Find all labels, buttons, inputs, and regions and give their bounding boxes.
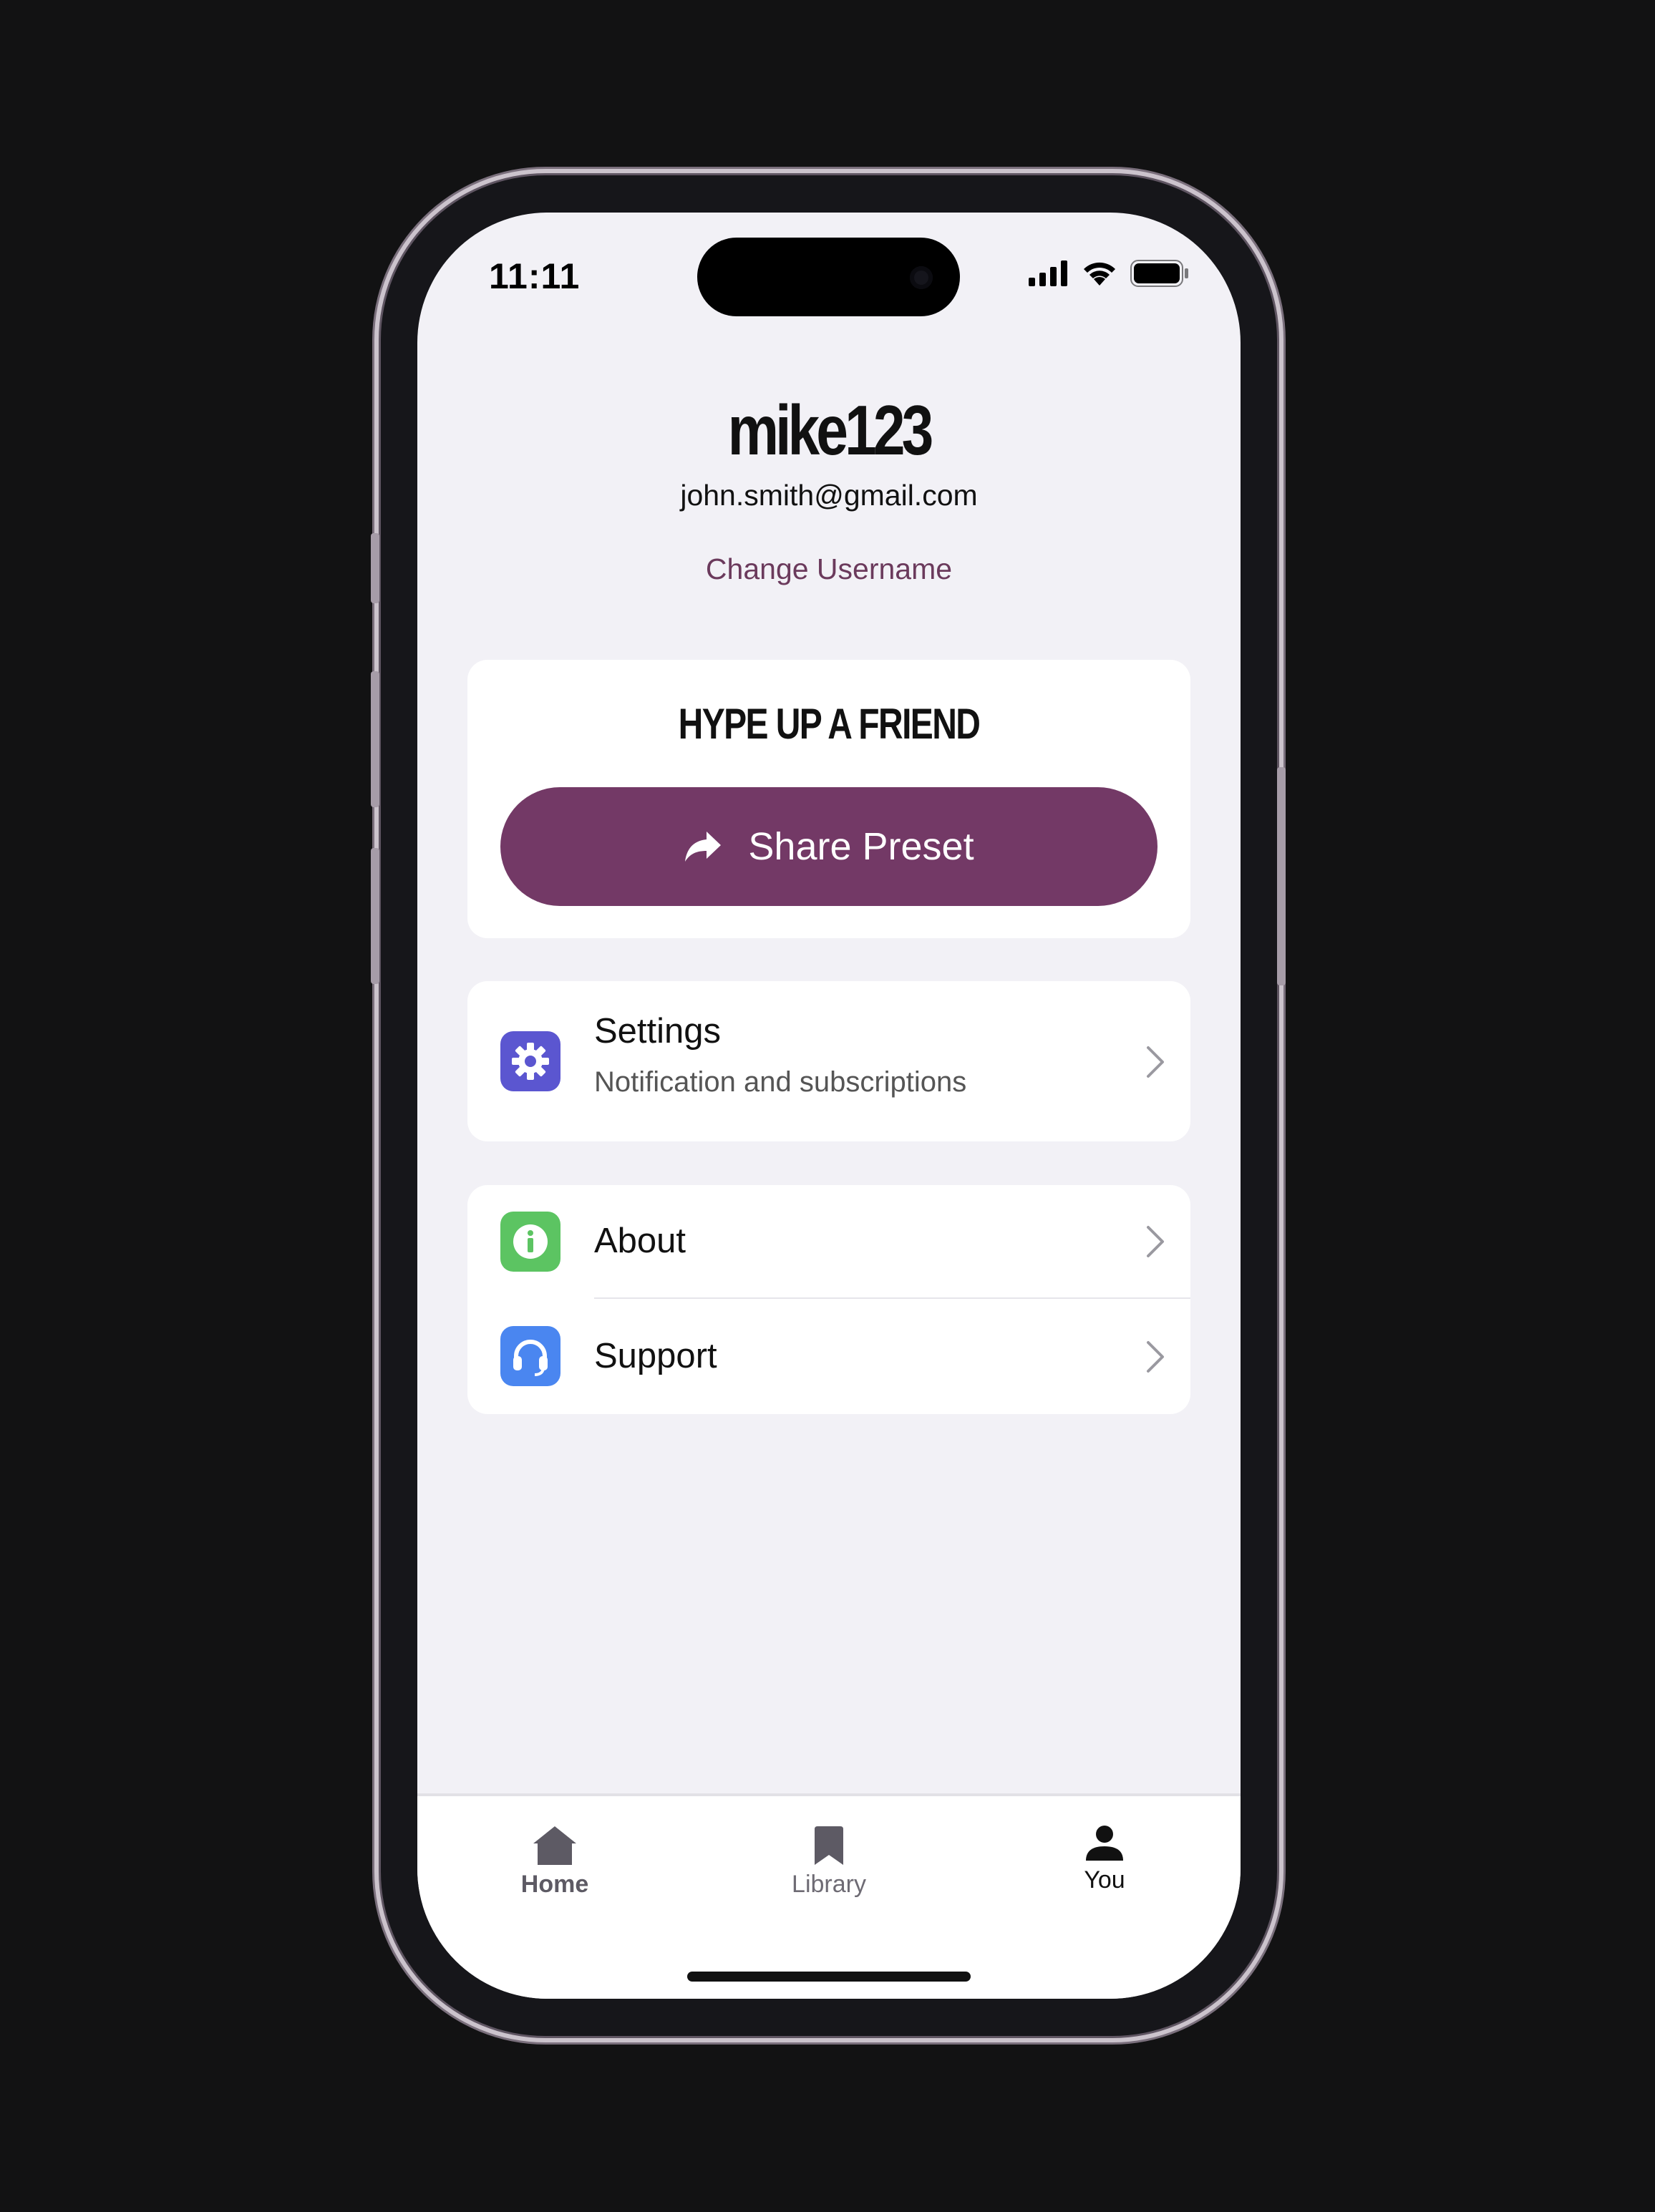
person-icon	[1086, 1826, 1123, 1861]
headphones-icon	[500, 1326, 560, 1386]
cellular-signal-icon	[1029, 260, 1067, 286]
about-row[interactable]: About	[467, 1185, 1190, 1297]
tab-home-label: Home	[520, 1871, 589, 1898]
tab-bar: Home Library You	[417, 1793, 1241, 1999]
info-list-card: About Support	[467, 1185, 1190, 1414]
settings-row[interactable]: Settings Notification and subscriptions	[467, 981, 1190, 1141]
power-button	[1277, 767, 1286, 985]
settings-subtitle: Notification and subscriptions	[594, 1066, 967, 1098]
tab-you-label: You	[1084, 1866, 1125, 1894]
volume-down-button	[371, 848, 379, 984]
hype-card: HYPE UP A FRIEND Share Preset	[467, 660, 1190, 938]
tab-you[interactable]: You	[1033, 1825, 1176, 1894]
username: mike123	[727, 391, 934, 469]
front-camera	[910, 266, 933, 289]
status-time: 11:11	[489, 256, 581, 296]
support-title: Support	[594, 1337, 717, 1375]
info-icon	[500, 1212, 560, 1272]
battery-icon	[1130, 260, 1188, 287]
tab-home[interactable]: Home	[483, 1825, 626, 1899]
email-address: john.smith@gmail.com	[680, 479, 978, 512]
volume-up-button	[371, 671, 379, 807]
chevron-right-icon	[1147, 1341, 1164, 1373]
bookmark-icon	[815, 1826, 843, 1865]
support-row[interactable]: Support	[467, 1299, 1190, 1414]
share-preset-button[interactable]: Share Preset	[500, 787, 1157, 906]
settings-title: Settings	[594, 1012, 722, 1051]
status-icons	[1029, 260, 1189, 287]
tab-library-label: Library	[792, 1871, 866, 1898]
chevron-right-icon	[1147, 1226, 1164, 1257]
wifi-icon	[1084, 262, 1115, 286]
home-icon	[533, 1826, 576, 1865]
settings-card: Settings Notification and subscriptions	[467, 981, 1190, 1141]
hype-card-title: HYPE UP A FRIEND	[678, 700, 981, 748]
tab-library[interactable]: Library	[757, 1825, 901, 1899]
action-button	[371, 533, 379, 603]
phone-screen: 11:11 mike123 john.smith@gmail.com Chang…	[417, 213, 1241, 1999]
share-preset-label: Share Preset	[748, 825, 974, 868]
gear-icon	[500, 1031, 560, 1091]
home-indicator	[687, 1972, 971, 1982]
share-arrow-icon	[685, 832, 722, 862]
dynamic-island	[697, 238, 960, 316]
about-title: About	[594, 1222, 686, 1260]
chevron-right-icon	[1147, 1046, 1164, 1078]
change-username-link[interactable]: Change Username	[417, 552, 1241, 586]
